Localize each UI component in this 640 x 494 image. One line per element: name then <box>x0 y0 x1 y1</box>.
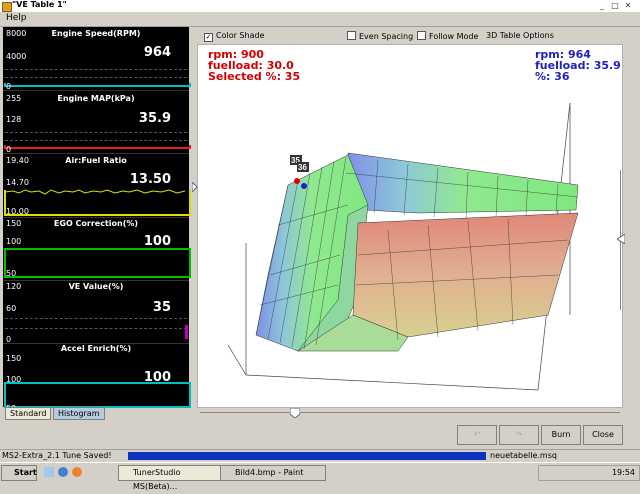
gauge-title: Engine Speed(RPM) <box>51 29 141 38</box>
options-bar: ✓ Color Shade Even Spacing Follow Mode 3D… <box>192 28 626 44</box>
quicklaunch-icon[interactable] <box>44 467 54 477</box>
gauge-value: 35 <box>152 300 171 315</box>
window-title: "VE Table 1" <box>12 0 67 9</box>
gauge-min: 0 <box>6 145 12 154</box>
status-bar: MS2-Extra_2.1 Tune Saved! neuetabelle.ms… <box>0 449 640 462</box>
gauge-ve-value: 120 VE Value(%) 60 35 0 <box>3 280 189 344</box>
status-text: MS2-Extra_2.1 Tune Saved! <box>2 451 112 460</box>
gauge-bar <box>4 382 191 408</box>
redo-button[interactable]: ↷ <box>499 425 539 445</box>
gauge-engine-map: 255 Engine MAP(kPa) 128 35.9 0 <box>3 90 191 154</box>
title-bar: "VE Table 1" _ □ ✕ <box>0 0 640 12</box>
gauge-bar <box>185 325 188 339</box>
gauge-max: 150 <box>6 354 22 363</box>
burn-button[interactable]: Burn <box>541 425 581 445</box>
gauge-panel: 8000 Engine Speed(RPM) 4000 964 0 255 En… <box>3 27 191 413</box>
start-label: Start <box>14 468 37 477</box>
clock: 19:54 <box>611 468 635 477</box>
gauge-min: 10.00 <box>6 207 29 216</box>
gauge-value: 35.9 <box>138 111 171 126</box>
minimize-icon[interactable]: _ <box>597 1 607 10</box>
menu-help[interactable]: Help <box>6 13 27 23</box>
tab-standard[interactable]: Standard <box>5 407 52 420</box>
gauge-title: Engine MAP(kPa) <box>57 94 135 103</box>
browser-icon[interactable] <box>58 467 68 477</box>
task-tunerstudio[interactable]: TunerStudio MS(Beta)... <box>118 465 224 491</box>
gauge-mid: 100 <box>6 237 22 246</box>
follow-mode-label: Follow Mode <box>429 32 479 41</box>
menu-bar: Help <box>0 12 640 27</box>
gauge-value: 964 <box>143 45 171 60</box>
gauge-title: EGO Correction(%) <box>53 219 139 228</box>
tab-histogram[interactable]: Histogram <box>53 407 105 420</box>
gauge-title: VE Value(%) <box>68 282 124 291</box>
close-icon[interactable]: ✕ <box>623 1 633 10</box>
gauge-title: Air:Fuel Ratio <box>65 156 127 165</box>
start-button[interactable]: Start <box>1 465 37 481</box>
gauge-engine-speed: 8000 Engine Speed(RPM) 4000 964 0 <box>3 27 191 91</box>
selected-cell-marker <box>294 178 300 184</box>
gauge-title: Accel Enrich(%) <box>60 344 132 353</box>
horizontal-rotation-slider[interactable] <box>200 408 620 418</box>
gauge-min: 0 <box>6 335 12 344</box>
gauge-value: 100 <box>143 234 171 249</box>
app-icon <box>2 2 12 12</box>
close-button[interactable]: Close <box>583 425 623 445</box>
gauge-air-fuel: 19.40 Air:Fuel Ratio 14.70 13.50 10.00 <box>3 154 191 218</box>
follow-mode-checkbox[interactable]: Follow Mode <box>417 31 478 41</box>
task-paint[interactable]: Bild4.bmp - Paint <box>220 465 326 481</box>
color-shade-checkbox[interactable]: ✓ Color Shade <box>204 31 264 42</box>
gauge-bar <box>4 190 191 216</box>
gauge-tabs: Standard Histogram <box>3 407 189 420</box>
ve-3d-plot[interactable]: rpm: 900 fuelload: 30.0 Selected %: 35 r… <box>197 44 623 408</box>
gauge-mid: 4000 <box>6 52 27 61</box>
ve-surface: 35 36 <box>227 102 579 391</box>
gauge-accel-enrich: 150 Accel Enrich(%) 100 100 50 <box>3 344 191 413</box>
marker-label-b: 36 <box>298 163 307 172</box>
current-cell-marker <box>301 183 307 189</box>
status-file: neuetabelle.msq <box>490 451 557 460</box>
table-options-button[interactable]: 3D Table Options <box>486 31 554 40</box>
firefox-icon[interactable] <box>72 467 82 477</box>
even-spacing-checkbox[interactable]: Even Spacing <box>347 31 413 41</box>
progress-bar <box>128 452 486 460</box>
maximize-icon[interactable]: □ <box>610 1 620 10</box>
gauge-mid: 60 <box>6 304 17 313</box>
taskbar: Start TunerStudio MS(Beta)... Bild4.bmp … <box>0 462 640 491</box>
gauge-min: 50 <box>6 269 17 278</box>
undo-button[interactable]: ↶ <box>457 425 497 445</box>
system-tray: 19:54 <box>538 465 640 481</box>
vertical-rotation-slider[interactable] <box>617 170 625 310</box>
gauge-bar <box>4 248 191 278</box>
gauge-bar <box>4 83 191 87</box>
color-shade-label: Color Shade <box>216 31 265 40</box>
even-spacing-label: Even Spacing <box>359 32 414 41</box>
gauge-ego-correction: 150 EGO Correction(%) 100 100 50 <box>3 217 191 281</box>
gauge-bar <box>4 145 191 149</box>
gauge-mid: 128 <box>6 115 22 124</box>
